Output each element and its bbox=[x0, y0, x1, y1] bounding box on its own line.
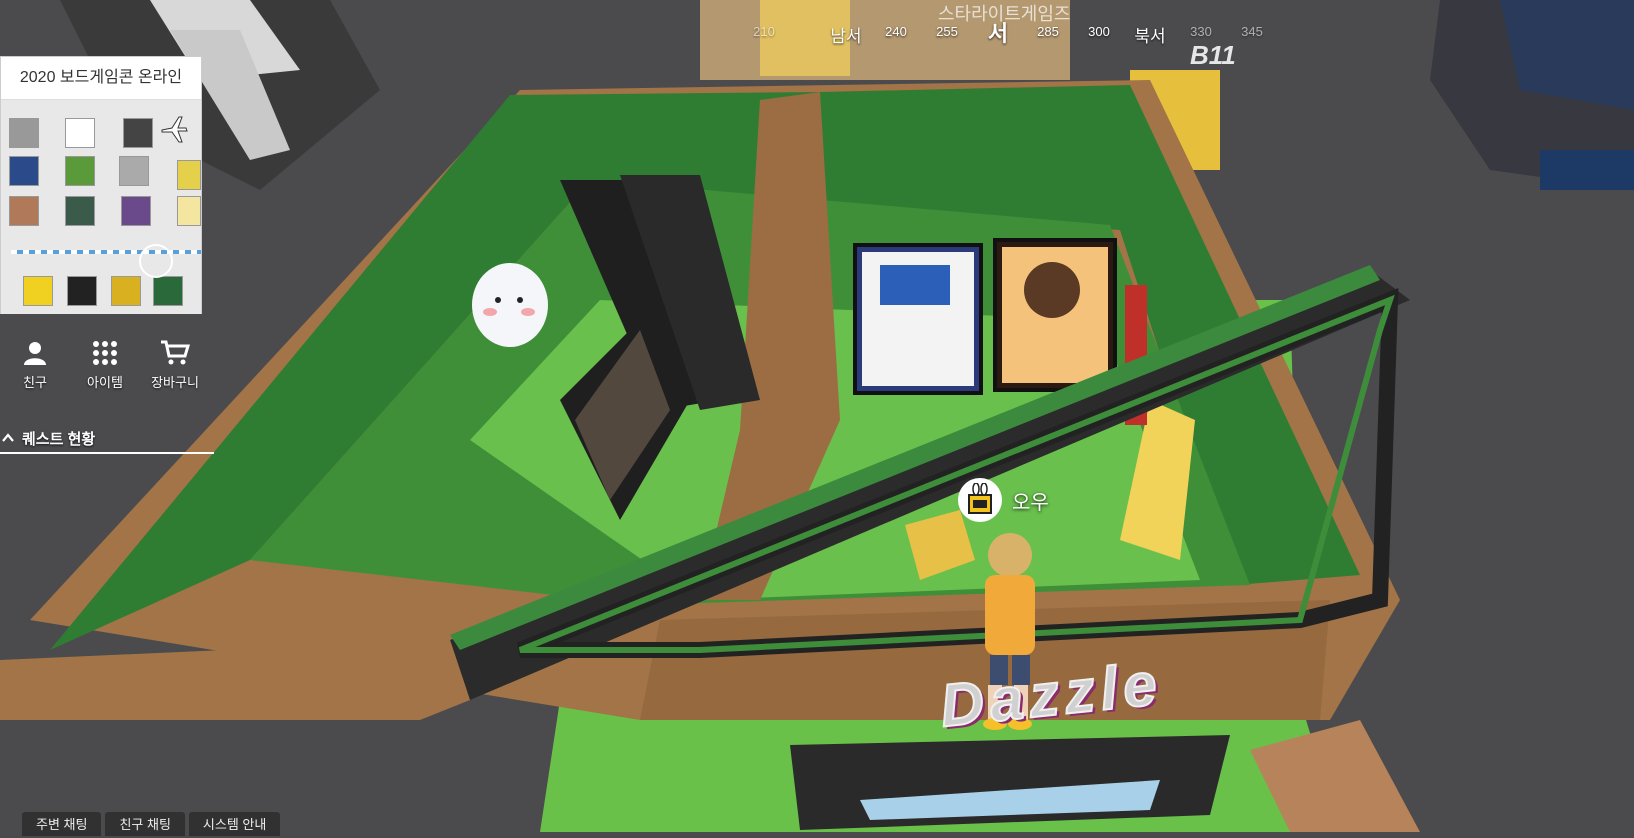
booth-scene bbox=[0, 0, 1634, 832]
chat-tabs: 주변 채팅 친구 채팅 시스템 안내 bbox=[22, 812, 281, 836]
compass-tick: 255 bbox=[936, 24, 958, 39]
minimap-booth bbox=[177, 160, 201, 190]
minimap-booth bbox=[123, 118, 153, 148]
compass-tick: 330 bbox=[1190, 24, 1212, 39]
person-icon bbox=[24, 342, 46, 365]
minimap-booth bbox=[65, 196, 95, 226]
player-avatar-badge bbox=[958, 478, 1002, 522]
compass-tick: 345 bbox=[1241, 24, 1263, 39]
compass-direction-northwest: 북서 bbox=[1134, 27, 1166, 46]
minimap-title: 2020 보드게임콘 온라인 bbox=[1, 57, 201, 100]
compass-tick: 240 bbox=[885, 24, 907, 39]
minimap-booth bbox=[153, 276, 183, 306]
player-name: 오우 bbox=[1012, 491, 1049, 514]
minimap-booth bbox=[177, 196, 201, 226]
compass-tick: 210 bbox=[753, 24, 775, 39]
game-world-view[interactable] bbox=[0, 0, 1634, 832]
cart-label: 장바구니 bbox=[151, 375, 199, 390]
minimap-booth bbox=[111, 276, 141, 306]
booth-number: B11 bbox=[1190, 40, 1236, 70]
friends-label: 친구 bbox=[23, 375, 47, 390]
minimap-area[interactable] bbox=[1, 100, 201, 314]
cart-icon bbox=[161, 340, 190, 365]
minimap-booth bbox=[23, 276, 53, 306]
minimap-booth bbox=[119, 156, 149, 186]
minimap-booth bbox=[65, 118, 95, 148]
friends-button[interactable]: 친구 bbox=[10, 340, 60, 391]
items-button[interactable]: 아이템 bbox=[80, 340, 130, 391]
booth-sign: 스타라이트게임즈 bbox=[938, 4, 1071, 24]
airplane-icon bbox=[159, 114, 189, 144]
chevron-up-icon bbox=[2, 433, 14, 442]
minimap[interactable]: 2020 보드게임콘 온라인 bbox=[0, 56, 202, 314]
compass-tick: 285 bbox=[1037, 24, 1059, 39]
side-menu: 친구 아이템 장바구니 bbox=[10, 340, 200, 391]
compass-direction-southwest: 남서 bbox=[830, 27, 862, 46]
player-name-tag[interactable]: 오우 bbox=[958, 478, 1049, 522]
grid-dots-icon bbox=[93, 341, 117, 365]
minimap-booth bbox=[121, 196, 151, 226]
quest-status-label: 퀘스트 현황 bbox=[22, 430, 96, 448]
minimap-booth bbox=[9, 118, 39, 148]
minimap-booth bbox=[67, 276, 97, 306]
quest-status-toggle[interactable]: 퀘스트 현황 bbox=[0, 424, 214, 454]
minimap-route bbox=[11, 250, 201, 254]
tab-nearby-chat[interactable]: 주변 채팅 bbox=[22, 812, 102, 836]
tab-system-notice[interactable]: 시스템 안내 bbox=[188, 812, 281, 836]
compass-tick: 300 bbox=[1088, 24, 1110, 39]
tab-friend-chat[interactable]: 친구 채팅 bbox=[105, 812, 185, 836]
minimap-player-marker bbox=[139, 244, 173, 278]
minimap-booth bbox=[65, 156, 95, 186]
rabbit-box-icon bbox=[968, 483, 992, 514]
minimap-booth bbox=[9, 156, 39, 186]
items-label: 아이템 bbox=[87, 375, 123, 390]
cart-button[interactable]: 장바구니 bbox=[150, 340, 200, 391]
minimap-booth bbox=[9, 196, 39, 226]
